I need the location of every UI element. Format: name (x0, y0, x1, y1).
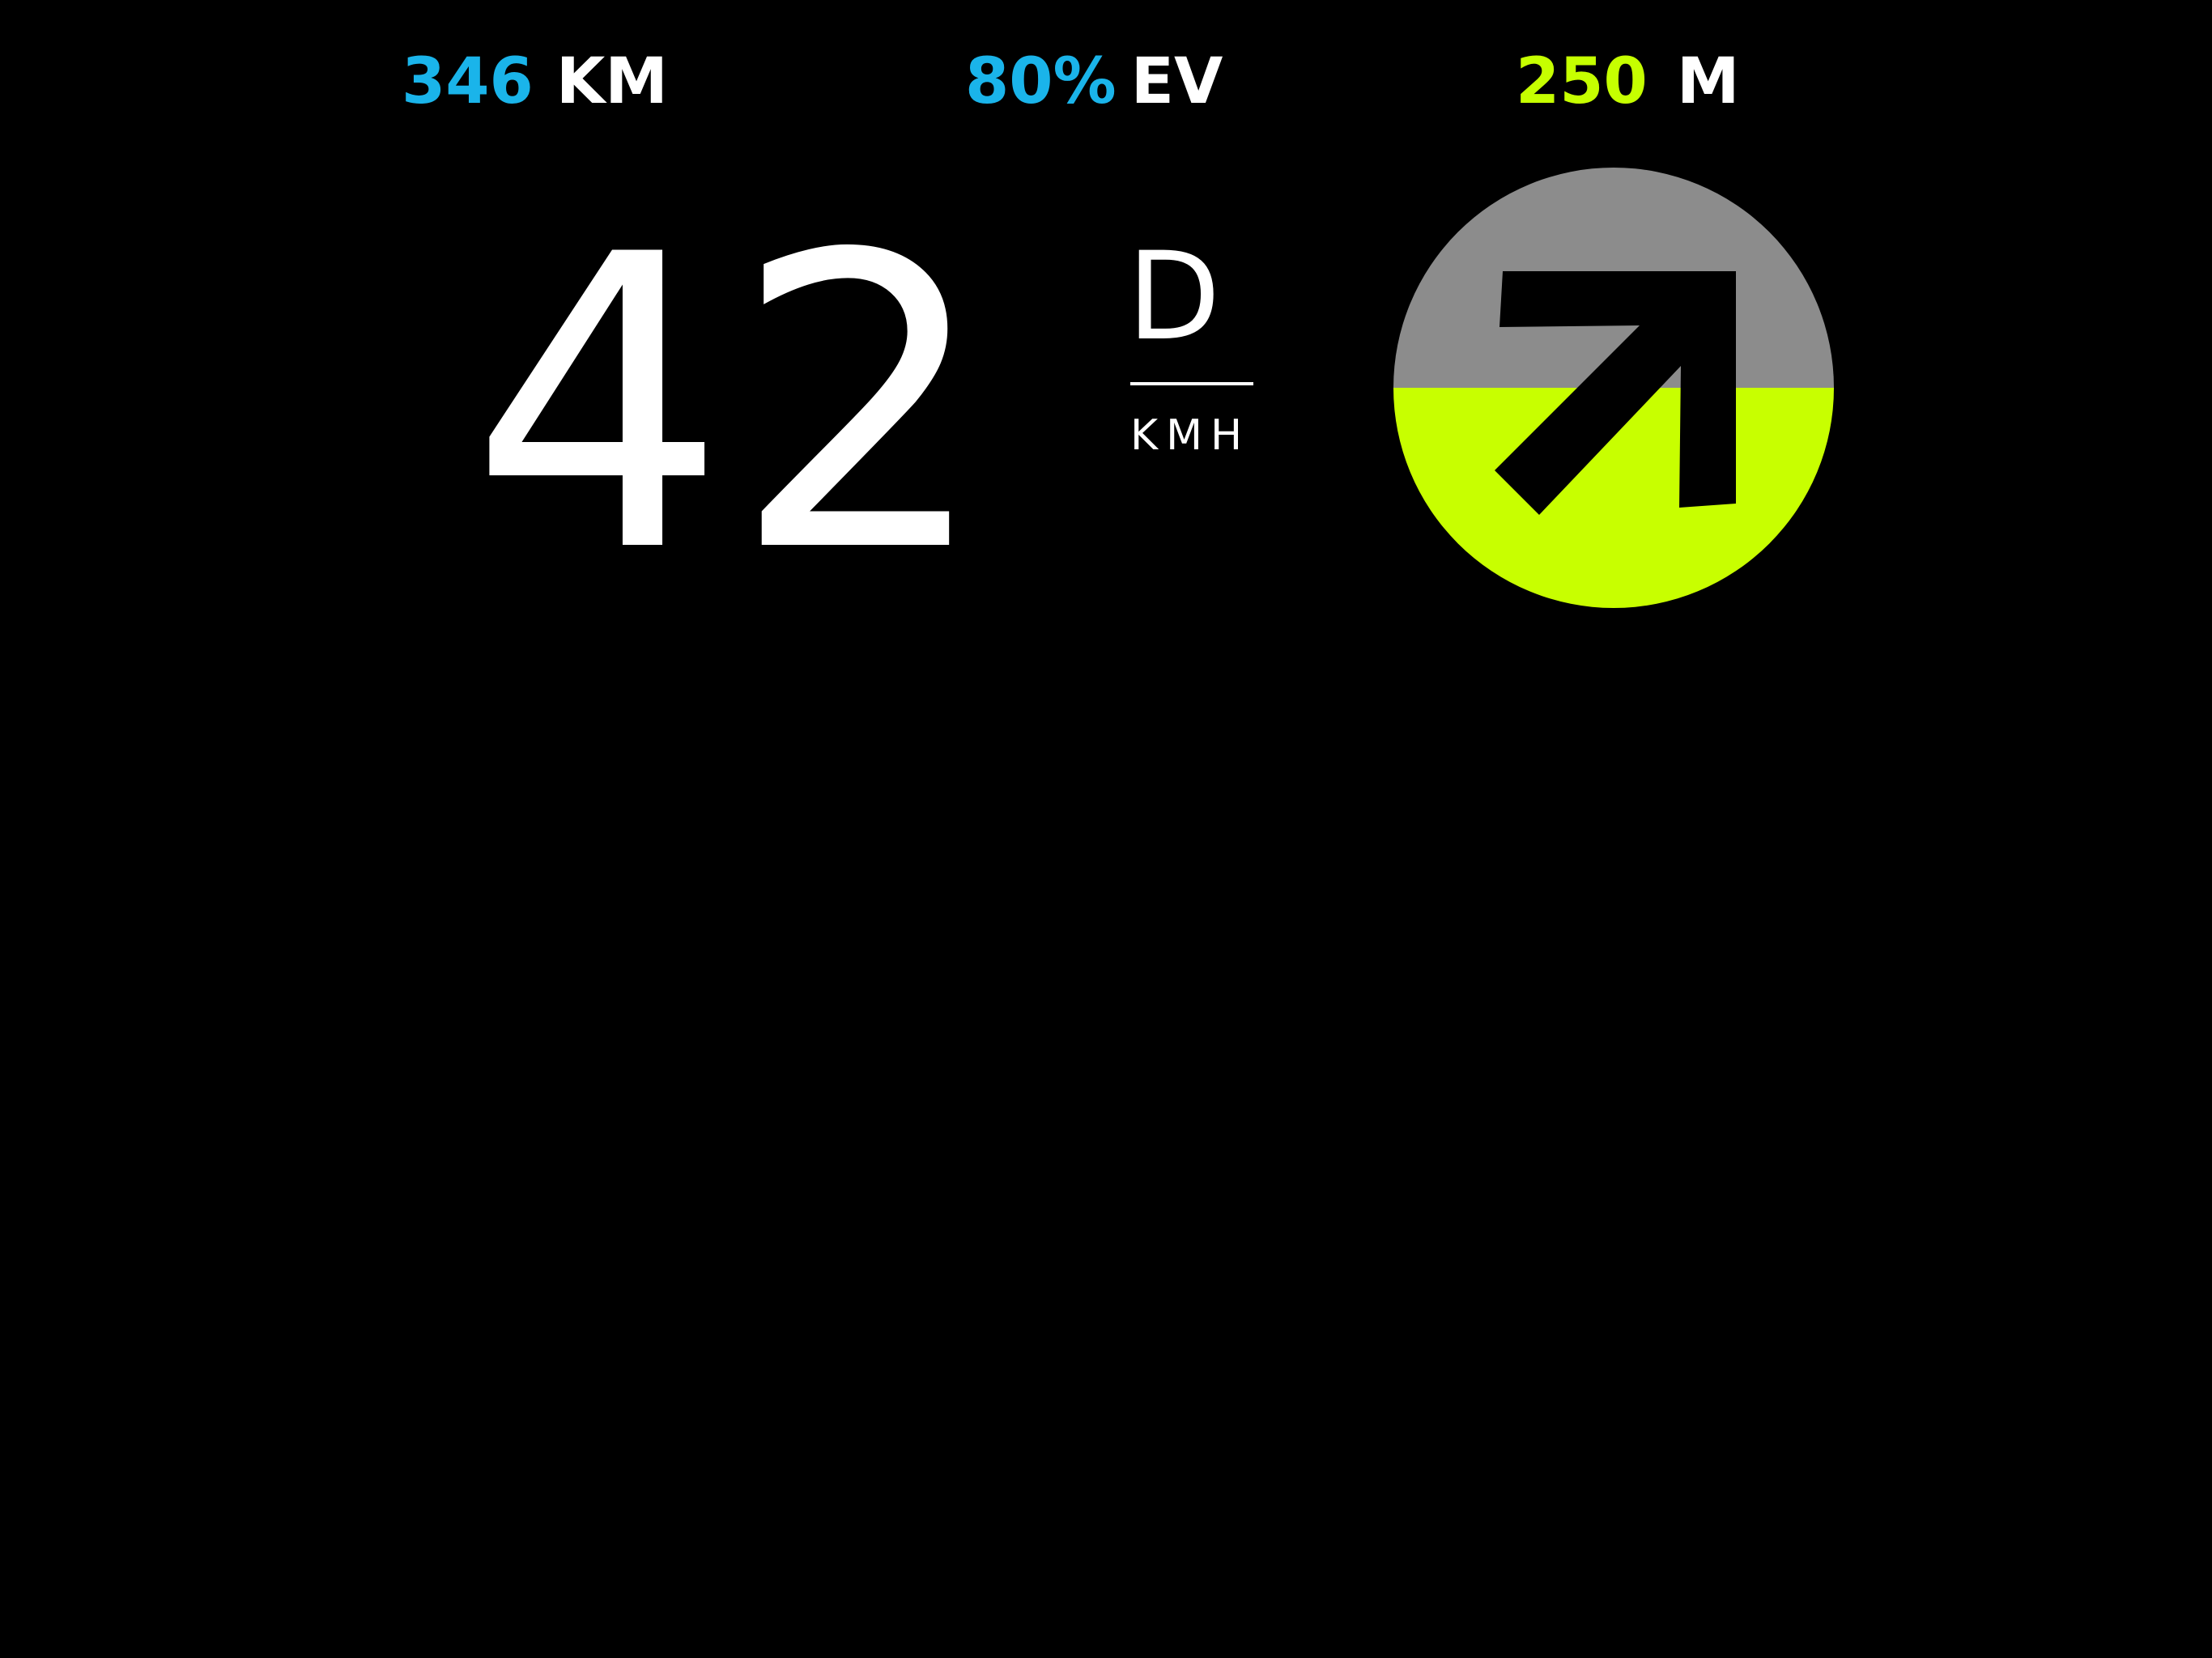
gear-indicator: D (1127, 227, 1221, 368)
battery-value: 80% (965, 45, 1117, 118)
speed-unit: KMH (1130, 411, 1251, 460)
turn-distance-indicator: 250 M (1516, 45, 1739, 118)
gear-divider (1130, 382, 1253, 385)
battery-unit: EV (1130, 45, 1223, 118)
speed-readout: 42 (470, 169, 995, 640)
range-indicator: 346 KM (402, 45, 668, 118)
turn-distance-unit: M (1676, 45, 1740, 118)
range-value: 346 (402, 45, 534, 118)
navigation-sign (1393, 168, 1834, 608)
turn-distance-value: 250 (1516, 45, 1648, 118)
battery-indicator: 80% EV (965, 45, 1223, 118)
range-unit: KM (555, 45, 668, 118)
